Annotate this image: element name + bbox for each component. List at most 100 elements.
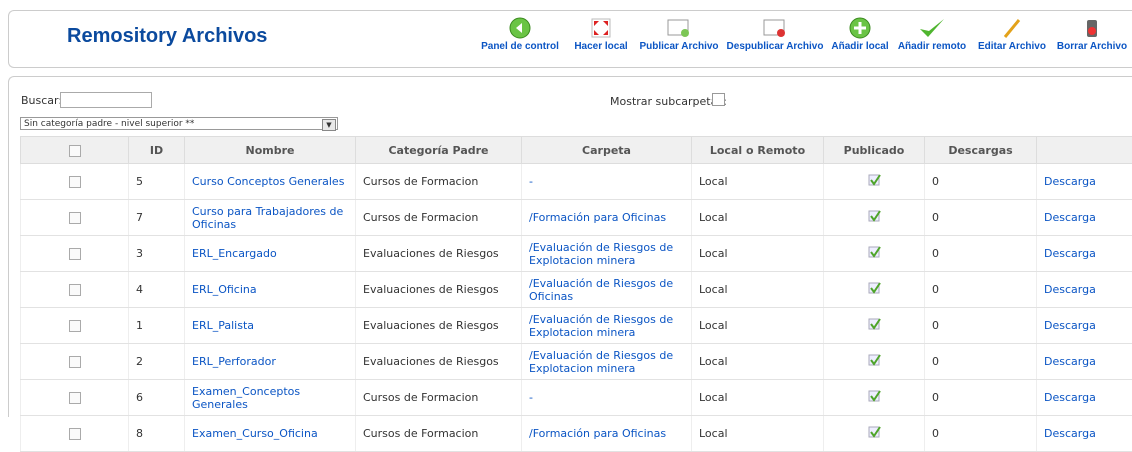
cell-descargas: 0 [925, 308, 1037, 344]
cell-descargas: 0 [925, 344, 1037, 380]
header-nombre[interactable]: Nombre [185, 137, 356, 164]
cell-id: 3 [129, 236, 185, 272]
folder-link[interactable]: /Evaluación de Riesgos de Explotacion mi… [529, 241, 673, 267]
file-name-link[interactable]: Examen_Curso_Oficina [192, 427, 318, 440]
cell-categoria: Evaluaciones de Riesgos [356, 272, 522, 308]
cell-action: Descarga [1037, 308, 1132, 344]
cell-carpeta: /Formación para Oficinas [522, 416, 692, 452]
subfolders-label: Mostrar subcarpetas: [610, 95, 727, 108]
row-checkbox[interactable] [69, 284, 81, 296]
cell-descargas: 0 [925, 164, 1037, 200]
row-checkbox[interactable] [69, 320, 81, 332]
toolbar-label: Borrar Archivo [1053, 41, 1131, 52]
row-checkbox[interactable] [69, 212, 81, 224]
arrow-left-icon [509, 17, 531, 39]
row-checkbox[interactable] [69, 428, 81, 440]
toolbar-label: Añadir local [828, 41, 892, 52]
download-link[interactable]: Descarga [1044, 247, 1096, 260]
header-descargas[interactable]: Descargas [925, 137, 1037, 164]
cell-publicado[interactable] [824, 308, 925, 344]
toolbar-label: Hacer local [569, 41, 633, 52]
table-row: 3 ERL_Encargado Evaluaciones de Riesgos/Ev… [21, 236, 1132, 272]
cell-publicado[interactable] [824, 380, 925, 416]
add-remote-button[interactable]: Añadir remoto [896, 17, 968, 65]
download-link[interactable]: Descarga [1044, 319, 1096, 332]
file-name-link[interactable]: ERL_Palista [192, 319, 254, 332]
row-checkbox-cell [21, 236, 129, 272]
cell-publicado[interactable] [824, 416, 925, 452]
control-panel-button[interactable]: Panel de control [475, 17, 565, 65]
row-checkbox[interactable] [69, 356, 81, 368]
cell-publicado[interactable] [824, 236, 925, 272]
download-link[interactable]: Descarga [1044, 283, 1096, 296]
row-checkbox[interactable] [69, 176, 81, 188]
cell-carpeta: - [522, 164, 692, 200]
cell-descargas: 0 [925, 380, 1037, 416]
file-name-link[interactable]: Curso Conceptos Generales [192, 175, 344, 188]
cell-local-remoto: Local [692, 308, 824, 344]
download-link[interactable]: Descarga [1044, 427, 1096, 440]
download-link[interactable]: Descarga [1044, 175, 1096, 188]
download-link[interactable]: Descarga [1044, 391, 1096, 404]
header-action [1037, 137, 1132, 164]
folder-link[interactable]: /Evaluación de Riesgos de Explotacion mi… [529, 349, 673, 375]
cell-local-remoto: Local [692, 236, 824, 272]
file-name-link[interactable]: ERL_Encargado [192, 247, 277, 260]
folder-link[interactable]: /Formación para Oficinas [529, 427, 666, 440]
file-name-link[interactable]: ERL_Oficina [192, 283, 257, 296]
table-row: 4ERL_OficinaEvaluaciones de Riesgos/Eval… [21, 272, 1132, 308]
table-header-row: ID Nombre Categoría Padre Carpeta Local … [21, 137, 1132, 164]
search-input[interactable] [60, 92, 152, 108]
file-name-link[interactable]: Curso para Trabajadores de Oficinas [192, 205, 343, 231]
folder-link[interactable]: /Evaluación de Riesgos de Oficinas [529, 277, 673, 303]
folder-link[interactable]: - [529, 391, 533, 404]
cell-categoria: Cursos de Formacion [356, 416, 522, 452]
header-categoria[interactable]: Categoría Padre [356, 137, 522, 164]
cell-publicado[interactable] [824, 200, 925, 236]
download-link[interactable]: Descarga [1044, 211, 1096, 224]
category-select-value: Sin categoría padre - nivel superior ** [24, 119, 194, 129]
unpublish-icon [762, 17, 788, 39]
header-id[interactable]: ID [129, 137, 185, 164]
row-checkbox-cell [21, 272, 129, 308]
cell-publicado[interactable] [824, 344, 925, 380]
published-icon [868, 174, 881, 187]
folder-link[interactable]: - [529, 175, 533, 188]
header-local-remoto[interactable]: Local o Remoto [692, 137, 824, 164]
cell-action: Descarga [1037, 380, 1132, 416]
row-checkbox[interactable] [69, 392, 81, 404]
header-publicado[interactable]: Publicado [824, 137, 925, 164]
unpublish-button[interactable]: Despublicar Archivo [725, 17, 825, 65]
delete-file-button[interactable]: Borrar Archivo [1053, 17, 1131, 65]
download-link[interactable]: Descarga [1044, 355, 1096, 368]
trash-icon [1081, 17, 1103, 39]
cell-publicado[interactable] [824, 164, 925, 200]
category-select[interactable]: Sin categoría padre - nivel superior ** … [20, 117, 338, 130]
folder-link[interactable]: /Formación para Oficinas [529, 211, 666, 224]
cell-local-remoto: Local [692, 380, 824, 416]
select-all-checkbox[interactable] [69, 145, 81, 157]
add-local-button[interactable]: Añadir local [828, 17, 892, 65]
row-checkbox-cell [21, 344, 129, 380]
cell-categoria: Evaluaciones de Riesgos [356, 236, 522, 272]
table-row: 7Curso para Trabajadores de OficinasCurs… [21, 200, 1132, 236]
row-checkbox[interactable] [69, 248, 81, 260]
publish-button[interactable]: Publicar Archivo [636, 17, 722, 65]
cell-action: Descarga [1037, 200, 1132, 236]
cell-action: Descarga [1037, 236, 1132, 272]
file-name-link[interactable]: Examen_Conceptos Generales [192, 385, 300, 411]
cell-publicado[interactable] [824, 272, 925, 308]
edit-file-button[interactable]: Editar Archivo [977, 17, 1047, 65]
header-carpeta[interactable]: Carpeta [522, 137, 692, 164]
cell-categoria: Evaluaciones de Riesgos [356, 308, 522, 344]
table-row: 8Examen_Curso_OficinaCursos de Formacion… [21, 416, 1132, 452]
checkmark-icon [917, 17, 947, 39]
make-local-button[interactable]: Hacer local [569, 17, 633, 65]
file-name-link[interactable]: ERL_Perforador [192, 355, 276, 368]
table-row: 5Curso Conceptos GeneralesCursos de Form… [21, 164, 1132, 200]
folder-link[interactable]: /Evaluación de Riesgos de Explotacion mi… [529, 313, 673, 339]
cell-descargas: 0 [925, 200, 1037, 236]
subfolders-checkbox[interactable] [712, 93, 725, 106]
toolbar-label: Despublicar Archivo [725, 41, 825, 52]
cell-id: 1 [129, 308, 185, 344]
